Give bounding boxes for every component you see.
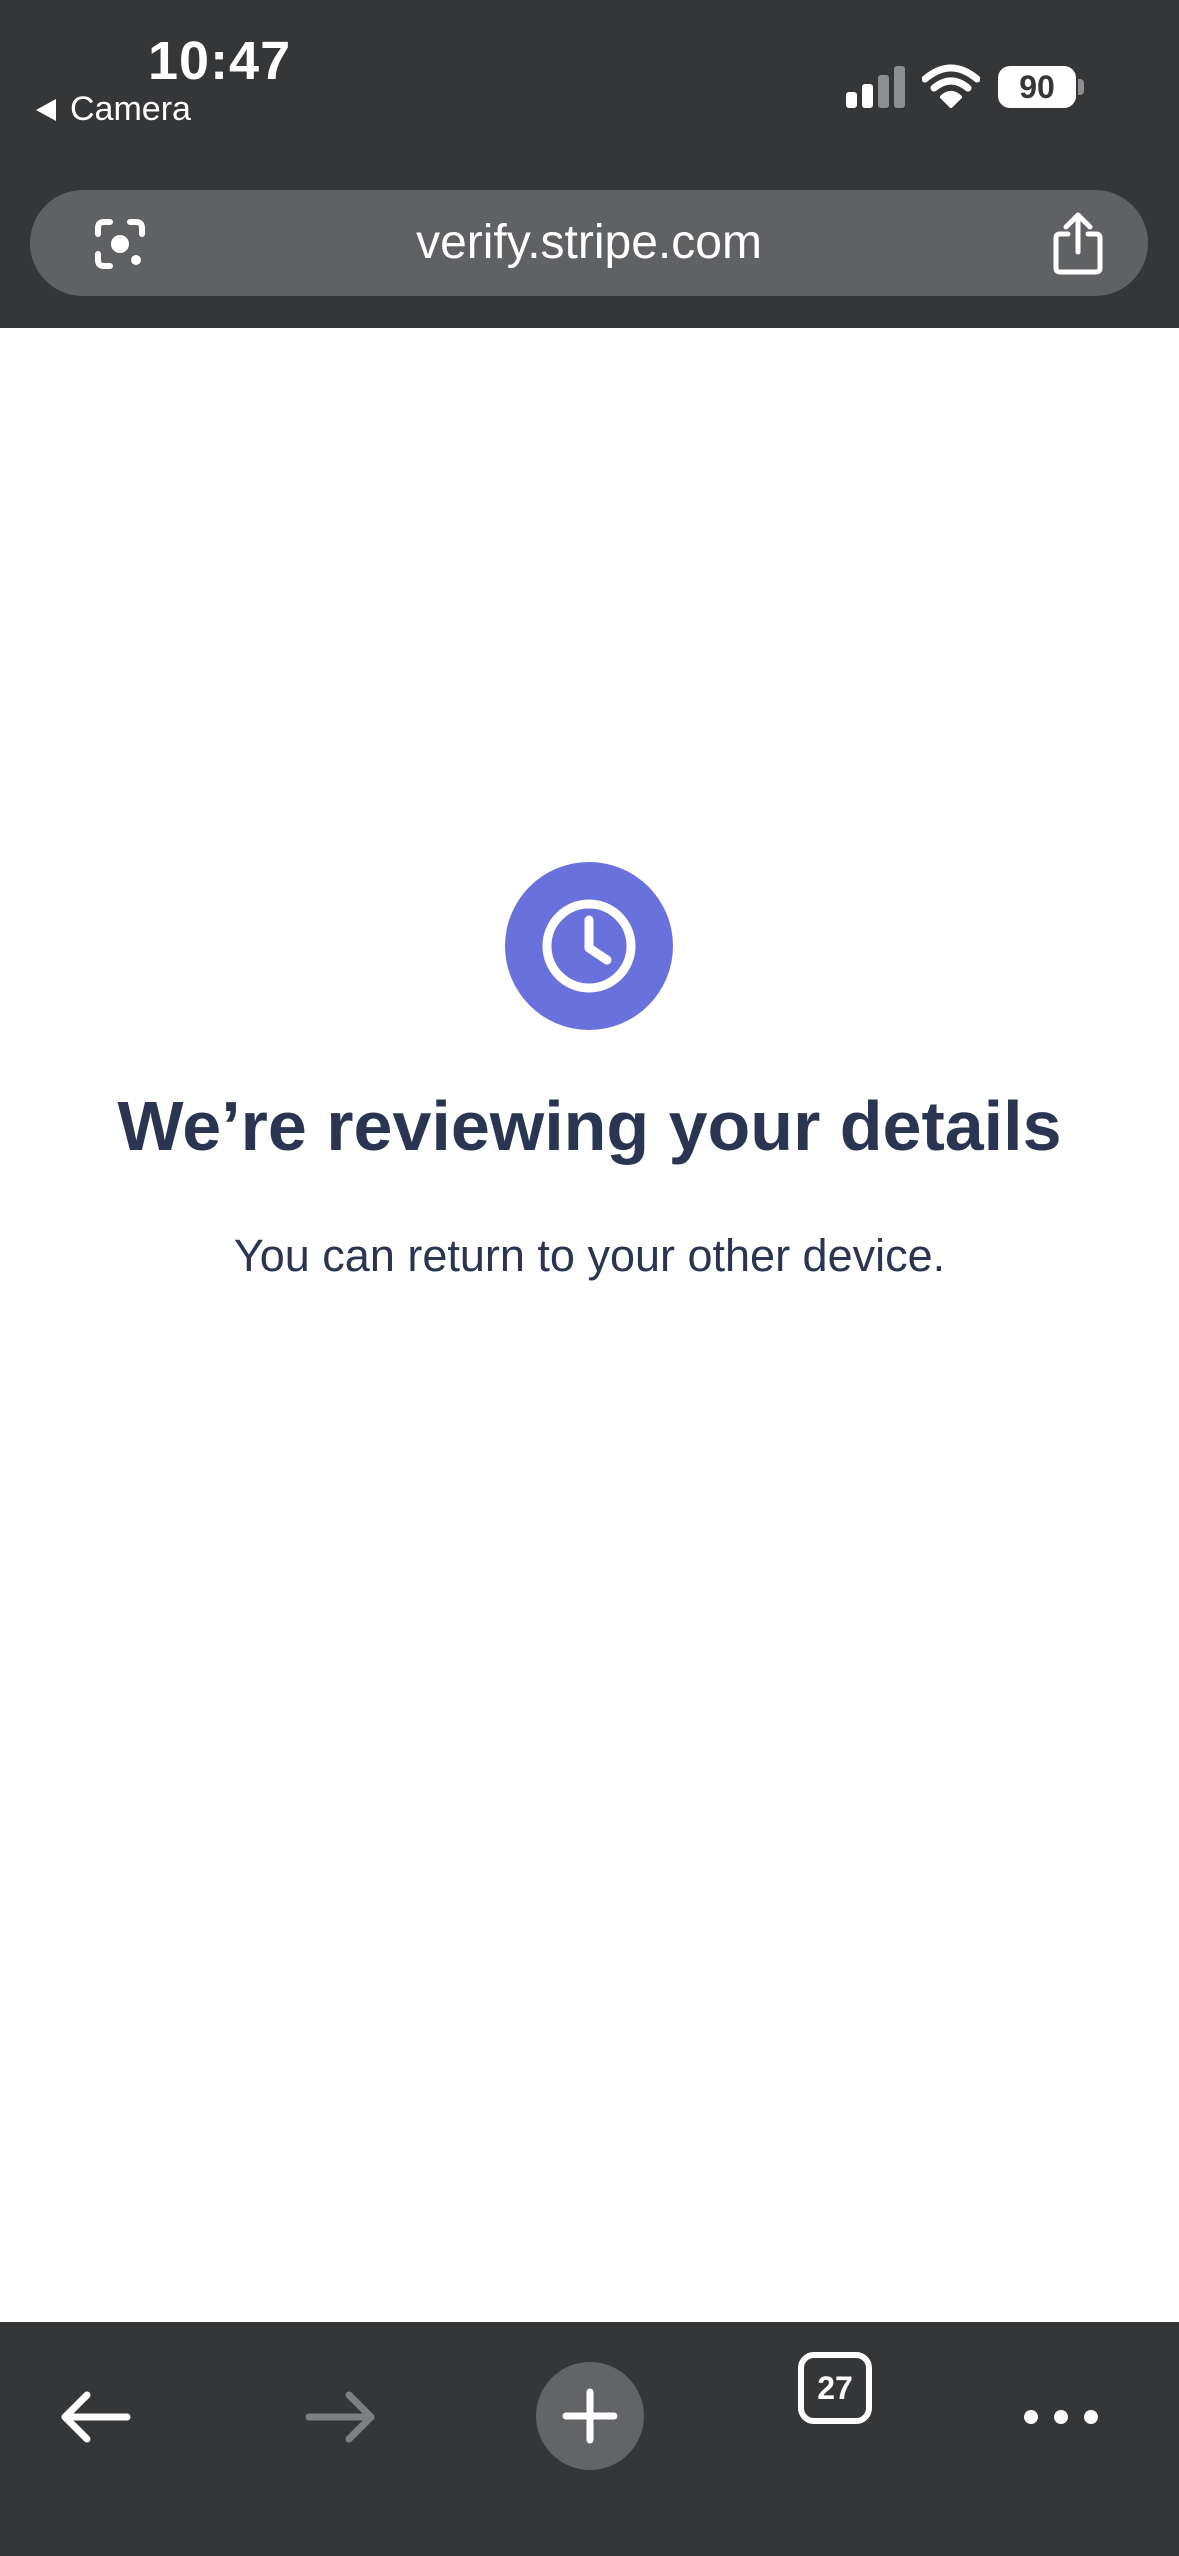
lens-icon[interactable] bbox=[90, 214, 150, 274]
more-dots-icon bbox=[1024, 2410, 1098, 2424]
arrow-right-icon bbox=[305, 2391, 375, 2443]
status-time: 10:47 bbox=[148, 31, 292, 91]
page-subtext: You can return to your other device. bbox=[233, 1230, 946, 1281]
clock-icon bbox=[505, 862, 673, 1030]
tab-switcher-button[interactable]: 27 bbox=[798, 2352, 872, 2424]
page-headline: We’re reviewing your details bbox=[117, 1087, 1062, 1165]
browser-bottom-toolbar bbox=[0, 2322, 1179, 2556]
forward-button[interactable] bbox=[296, 2372, 386, 2462]
share-icon[interactable] bbox=[1048, 210, 1108, 276]
battery-indicator: 90 bbox=[998, 66, 1076, 108]
back-app-label: Camera bbox=[70, 90, 191, 128]
back-button[interactable] bbox=[50, 2372, 140, 2462]
battery-cap bbox=[1078, 79, 1084, 95]
address-bar[interactable]: verify.stripe.com bbox=[30, 190, 1148, 296]
wifi-icon bbox=[922, 64, 980, 108]
clock-glyph bbox=[542, 899, 636, 993]
cellular-signal-icon bbox=[846, 64, 906, 108]
plus-icon bbox=[562, 2388, 618, 2444]
back-triangle-icon bbox=[36, 98, 56, 121]
browser-top-chrome: 10:47 Camera 90 verify.stripe.com bbox=[0, 0, 1179, 328]
more-menu-button[interactable] bbox=[1016, 2372, 1106, 2462]
url-text[interactable]: verify.stripe.com bbox=[180, 190, 998, 296]
back-to-app-button[interactable]: Camera bbox=[36, 90, 191, 129]
page-content bbox=[0, 328, 1179, 2322]
arrow-left-icon bbox=[61, 2391, 131, 2443]
new-tab-button[interactable] bbox=[536, 2362, 644, 2470]
